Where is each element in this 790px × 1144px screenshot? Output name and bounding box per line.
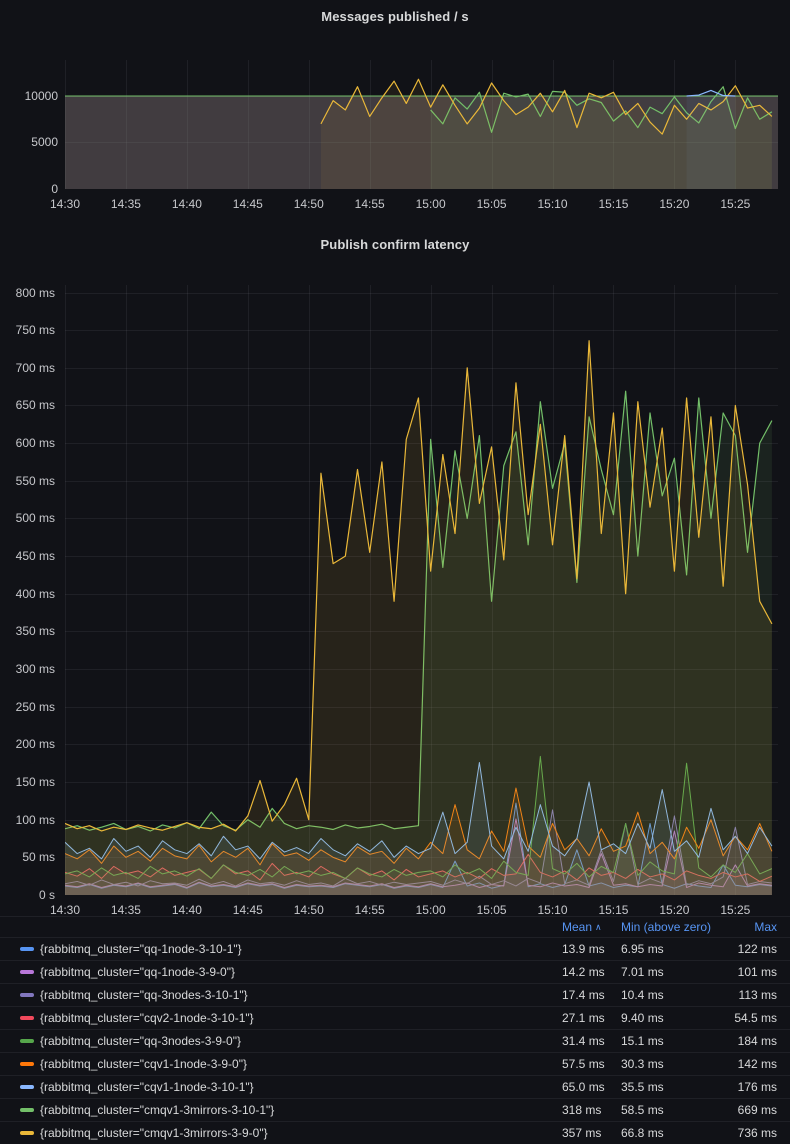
series-max-value: 142 ms <box>721 1057 777 1071</box>
series-color-swatch[interactable] <box>20 1085 34 1089</box>
series-max-value: 122 ms <box>721 942 777 956</box>
y-tick-label: 350 ms <box>7 624 55 639</box>
series-mean-value: 14.2 ms <box>562 965 621 979</box>
series-mean-value: 17.4 ms <box>562 988 621 1002</box>
x-tick-label: 14:55 <box>340 197 400 212</box>
series-min-value: 15.1 ms <box>621 1034 721 1048</box>
series-min-value: 30.3 ms <box>621 1057 721 1071</box>
legend-row[interactable]: {rabbitmq_cluster="cmqv1-3mirrors-3-9-0"… <box>0 1121 790 1144</box>
series-color-swatch[interactable] <box>20 1039 34 1043</box>
y-tick-label: 500 ms <box>7 511 55 526</box>
series-mean-value: 31.4 ms <box>562 1034 621 1048</box>
legend-rows: {rabbitmq_cluster="qq-1node-3-10-1"} 13.… <box>0 937 790 1144</box>
series-label[interactable]: {rabbitmq_cluster="qq-3nodes-3-10-1"} <box>40 988 562 1002</box>
legend-row[interactable]: {rabbitmq_cluster="cqv1-1node-3-9-0"} 57… <box>0 1052 790 1075</box>
y-tick-label: 650 ms <box>7 398 55 413</box>
y-tick-label: 0 s <box>7 888 55 903</box>
x-tick-label: 14:50 <box>279 197 339 212</box>
series-color-swatch[interactable] <box>20 1016 34 1020</box>
x-tick-label: 15:10 <box>523 197 583 212</box>
legend-header-row: Mean∧ Min (above zero) Max <box>0 916 790 937</box>
y-tick-label: 400 ms <box>7 587 55 602</box>
y-tick-label: 10000 <box>10 89 58 104</box>
series-label[interactable]: {rabbitmq_cluster="qq-3nodes-3-9-0"} <box>40 1034 562 1048</box>
series-mean-value: 318 ms <box>562 1103 621 1117</box>
series-label[interactable]: {rabbitmq_cluster="cqv2-1node-3-10-1"} <box>40 1011 562 1025</box>
x-tick-label: 15:15 <box>583 197 643 212</box>
series-min-value: 66.8 ms <box>621 1126 721 1140</box>
series-min-value: 7.01 ms <box>621 965 721 979</box>
y-tick-label: 300 ms <box>7 662 55 677</box>
sort-ascending-icon: ∧ <box>595 922 602 932</box>
y-tick-label: 50 ms <box>7 850 55 865</box>
legend-row[interactable]: {rabbitmq_cluster="cqv1-1node-3-10-1"} 6… <box>0 1075 790 1098</box>
y-tick-label: 150 ms <box>7 775 55 790</box>
y-tick-label: 0 <box>10 182 58 197</box>
y-tick-label: 100 ms <box>7 813 55 828</box>
series-mean-value: 57.5 ms <box>562 1057 621 1071</box>
x-tick-label: 15:20 <box>644 197 704 212</box>
legend-row[interactable]: {rabbitmq_cluster="qq-3nodes-3-10-1"} 17… <box>0 983 790 1006</box>
series-label[interactable]: {rabbitmq_cluster="cqv1-1node-3-10-1"} <box>40 1080 562 1094</box>
series-label[interactable]: {rabbitmq_cluster="cqv1-1node-3-9-0"} <box>40 1057 562 1071</box>
grafana-dashboard: Messages published / s 0500010000 14:301… <box>0 0 790 1144</box>
panel-title-messages-published[interactable]: Messages published / s <box>0 9 790 24</box>
legend-header-max[interactable]: Max <box>721 920 777 934</box>
series-label[interactable]: {rabbitmq_cluster="qq-1node-3-10-1"} <box>40 942 562 956</box>
series-max-value: 54.5 ms <box>721 1011 777 1025</box>
legend-row[interactable]: {rabbitmq_cluster="cmqv1-3mirrors-3-10-1… <box>0 1098 790 1121</box>
y-tick-label: 750 ms <box>7 323 55 338</box>
series-color-swatch[interactable] <box>20 1131 34 1135</box>
series-min-value: 58.5 ms <box>621 1103 721 1117</box>
y-tick-label: 700 ms <box>7 361 55 376</box>
y-tick-label: 450 ms <box>7 549 55 564</box>
series-min-value: 9.40 ms <box>621 1011 721 1025</box>
series-label[interactable]: {rabbitmq_cluster="cmqv1-3mirrors-3-9-0"… <box>40 1126 562 1140</box>
y-tick-label: 200 ms <box>7 737 55 752</box>
series-min-value: 6.95 ms <box>621 942 721 956</box>
x-tick-label: 15:05 <box>462 197 522 212</box>
legend-header-min[interactable]: Min (above zero) <box>621 920 721 934</box>
x-tick-label: 14:45 <box>218 197 278 212</box>
series-color-swatch[interactable] <box>20 1108 34 1112</box>
series-mean-value: 65.0 ms <box>562 1080 621 1094</box>
y-tick-label: 550 ms <box>7 474 55 489</box>
series-label[interactable]: {rabbitmq_cluster="qq-1node-3-9-0"} <box>40 965 562 979</box>
series-mean-value: 13.9 ms <box>562 942 621 956</box>
x-tick-label: 15:25 <box>705 197 765 212</box>
y-tick-label: 800 ms <box>7 286 55 301</box>
series-min-value: 10.4 ms <box>621 988 721 1002</box>
y-tick-label: 5000 <box>10 135 58 150</box>
series-color-swatch[interactable] <box>20 970 34 974</box>
legend-row[interactable]: {rabbitmq_cluster="qq-1node-3-9-0"} 14.2… <box>0 960 790 983</box>
series-max-value: 101 ms <box>721 965 777 979</box>
series-mean-value: 357 ms <box>562 1126 621 1140</box>
messages-published-chart[interactable] <box>65 60 778 189</box>
legend-row[interactable]: {rabbitmq_cluster="qq-3nodes-3-9-0"} 31.… <box>0 1029 790 1052</box>
series-color-swatch[interactable] <box>20 993 34 997</box>
x-tick-label: 14:40 <box>157 197 217 212</box>
publish-confirm-latency-chart[interactable] <box>65 285 778 895</box>
y-tick-label: 250 ms <box>7 700 55 715</box>
series-label[interactable]: {rabbitmq_cluster="cmqv1-3mirrors-3-10-1… <box>40 1103 562 1117</box>
series-max-value: 176 ms <box>721 1080 777 1094</box>
legend-table: Mean∧ Min (above zero) Max {rabbitmq_clu… <box>0 916 790 1144</box>
y-tick-label: 600 ms <box>7 436 55 451</box>
legend-header-mean[interactable]: Mean∧ <box>562 920 621 934</box>
legend-row[interactable]: {rabbitmq_cluster="cqv2-1node-3-10-1"} 2… <box>0 1006 790 1029</box>
series-max-value: 669 ms <box>721 1103 777 1117</box>
x-tick-label: 14:30 <box>35 197 95 212</box>
panel-title-publish-confirm-latency[interactable]: Publish confirm latency <box>0 237 790 252</box>
series-max-value: 113 ms <box>721 988 777 1002</box>
legend-row[interactable]: {rabbitmq_cluster="qq-1node-3-10-1"} 13.… <box>0 937 790 960</box>
series-max-value: 736 ms <box>721 1126 777 1140</box>
x-tick-label: 15:00 <box>401 197 461 212</box>
series-max-value: 184 ms <box>721 1034 777 1048</box>
series-color-swatch[interactable] <box>20 1062 34 1066</box>
x-tick-label: 14:35 <box>96 197 156 212</box>
series-min-value: 35.5 ms <box>621 1080 721 1094</box>
series-color-swatch[interactable] <box>20 947 34 951</box>
series-mean-value: 27.1 ms <box>562 1011 621 1025</box>
